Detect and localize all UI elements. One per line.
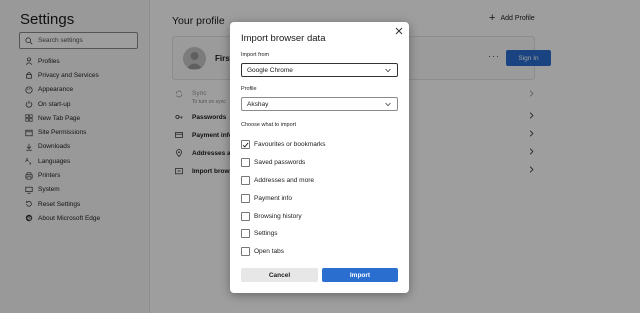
- checkbox[interactable]: [241, 193, 250, 203]
- option-label: Payment info: [254, 194, 292, 202]
- close-icon[interactable]: [394, 26, 404, 36]
- checkbox[interactable]: [241, 140, 250, 150]
- option-payment-info[interactable]: Payment info: [241, 189, 326, 207]
- option-label: Favourites or bookmarks: [254, 141, 326, 149]
- chevron-down-icon: [385, 102, 391, 107]
- profile-value: Akshay: [247, 100, 269, 108]
- option-settings[interactable]: Settings: [241, 225, 326, 243]
- checkbox[interactable]: [241, 211, 250, 221]
- option-favourites[interactable]: Favourites or bookmarks: [241, 136, 326, 154]
- option-open-tabs[interactable]: Open tabs: [241, 243, 326, 261]
- import-from-label: Import from: [241, 52, 270, 58]
- option-saved-passwords[interactable]: Saved passwords: [241, 154, 326, 172]
- cancel-button[interactable]: Cancel: [241, 268, 318, 282]
- import-button[interactable]: Import: [322, 268, 398, 282]
- checkmark-icon: [242, 142, 249, 148]
- choose-what-to-import-label: Choose what to import: [241, 122, 297, 128]
- checkbox[interactable]: [241, 175, 250, 185]
- import-from-select[interactable]: Google Chrome: [241, 63, 398, 77]
- profile-label: Profile: [241, 86, 257, 92]
- option-browsing-history[interactable]: Browsing history: [241, 207, 326, 225]
- option-label: Addresses and more: [254, 176, 314, 184]
- checkbox[interactable]: [241, 158, 250, 168]
- chevron-down-icon: [385, 68, 391, 73]
- profile-select[interactable]: Akshay: [241, 97, 398, 111]
- option-label: Open tabs: [254, 248, 284, 256]
- import-from-value: Google Chrome: [247, 66, 293, 74]
- checkbox[interactable]: [241, 247, 250, 257]
- option-label: Browsing history: [254, 212, 302, 220]
- import-browser-data-dialog: Import browser data Import from Google C…: [230, 22, 409, 293]
- option-label: Settings: [254, 230, 278, 238]
- import-options-list: Favourites or bookmarks Saved passwords …: [241, 136, 326, 261]
- option-addresses[interactable]: Addresses and more: [241, 172, 326, 190]
- dialog-title: Import browser data: [241, 33, 326, 44]
- checkbox[interactable]: [241, 229, 250, 239]
- option-label: Saved passwords: [254, 159, 306, 167]
